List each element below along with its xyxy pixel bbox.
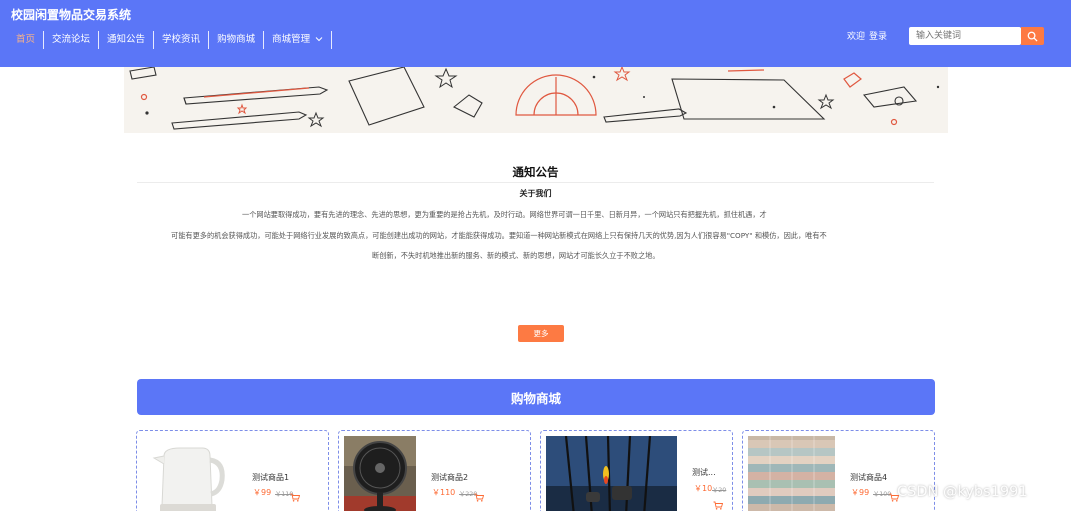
notice-title: 通知公告 — [512, 165, 559, 179]
search-button[interactable] — [1021, 27, 1044, 45]
cart-icon[interactable] — [290, 487, 301, 506]
product-name[interactable]: 测试商品4 — [850, 472, 887, 483]
nav-item-home[interactable]: 首页 — [10, 31, 45, 49]
about-paragraph-line-2: 可能有更多的机会获得成功，可能处于网络行业发展的致高点，可能创建出成功的网站，才… — [171, 231, 827, 240]
product-name[interactable]: 测试... — [692, 467, 716, 478]
chevron-down-icon — [315, 31, 323, 49]
product-card[interactable]: 测试商品2 ￥110 ￥220 — [338, 430, 531, 511]
nav-item-notice[interactable]: 通知公告 — [99, 31, 155, 49]
more-button[interactable]: 更多 — [518, 325, 564, 342]
banner-image — [124, 67, 948, 133]
product-name[interactable]: 测试商品1 — [252, 472, 289, 483]
product-image — [344, 436, 416, 511]
watermark: CSDN @kybs1991 — [897, 484, 1028, 500]
nav-item-forum[interactable]: 交流论坛 — [44, 31, 100, 49]
login-link[interactable]: 登录 — [869, 29, 887, 42]
product-image — [748, 436, 835, 511]
product-name[interactable]: 测试商品2 — [431, 472, 468, 483]
nav-item-shop-manage[interactable]: 商城管理 — [264, 31, 333, 49]
nav-item-shop-manage-label: 商城管理 — [272, 34, 311, 45]
search-icon — [1027, 31, 1038, 42]
product-original-price: ￥20 — [712, 487, 727, 494]
shop-section-title: 购物商城 — [137, 379, 935, 415]
product-card[interactable]: 测试... ￥10 ￥20 — [540, 430, 733, 511]
product-price: ￥110 — [432, 488, 456, 497]
divider — [137, 182, 934, 183]
product-price: ￥10 — [694, 484, 713, 493]
top-header: 校园闲置物品交易系统 首页 交流论坛 通知公告 学校资讯 购物商城 商城管理 欢… — [0, 0, 1071, 67]
site-title: 校园闲置物品交易系统 — [11, 8, 132, 22]
product-price: ￥99 — [851, 488, 870, 497]
main-nav: 首页 交流论坛 通知公告 学校资讯 购物商城 商城管理 — [10, 31, 333, 49]
about-us-heading: 关于我们 — [519, 189, 552, 198]
welcome-text: 欢迎 — [847, 32, 866, 42]
cart-icon[interactable] — [713, 495, 724, 511]
product-card[interactable]: 测试商品1 ￥99 ￥110 — [136, 430, 329, 511]
nav-item-shop[interactable]: 购物商城 — [209, 31, 265, 49]
cart-icon[interactable] — [474, 487, 485, 506]
product-price: ￥99 — [253, 488, 272, 497]
product-image — [150, 436, 228, 511]
about-paragraph-line-3: 断创新，不失时机地推出新的服务、新的模式、新的思想，网站才可能长久立于不败之地。 — [372, 251, 660, 260]
product-image — [546, 436, 677, 511]
search-input[interactable] — [909, 27, 1021, 45]
nav-item-school-news[interactable]: 学校资讯 — [154, 31, 210, 49]
about-paragraph-line-1: 一个网站要取得成功，要有先进的理念、先进的思想，更为重要的是抢占先机，及时行动。… — [242, 210, 767, 219]
